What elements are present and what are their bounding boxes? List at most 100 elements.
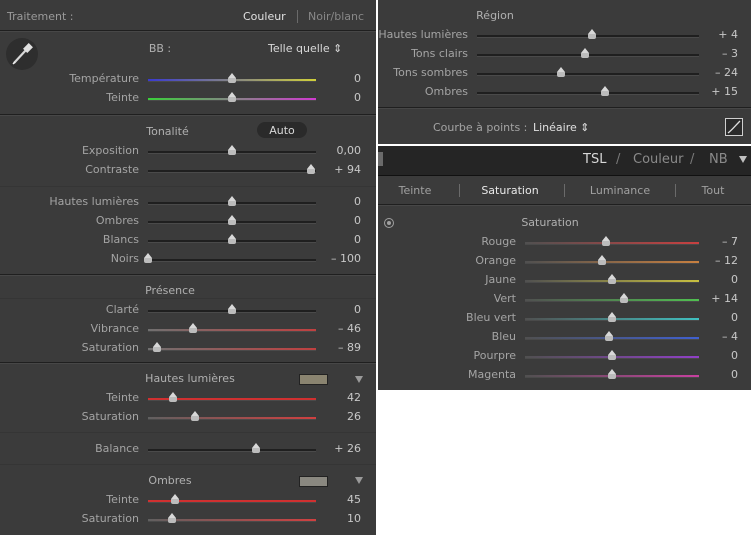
highlights-color-swatch[interactable] xyxy=(299,374,328,385)
region-slider-0-value[interactable]: + 4 xyxy=(678,28,738,41)
point-curve-select[interactable]: Linéaire ⇕ xyxy=(533,121,589,134)
region-slider-1-value[interactable]: – 3 xyxy=(678,47,738,60)
tone-slider-1-label: Contraste xyxy=(85,163,139,176)
hsl-subtab-0[interactable]: Teinte xyxy=(385,184,445,197)
eyedropper-icon[interactable] xyxy=(6,38,38,70)
hsl-slider-1-track[interactable] xyxy=(525,261,699,263)
hsl-tab-tsl[interactable]: TSL xyxy=(583,152,606,167)
hsl-saturation-title: Saturation xyxy=(521,216,579,229)
tone-divider xyxy=(0,274,376,275)
hl-split-slider-0-label: Teinte xyxy=(106,391,139,404)
tone2-slider-2-label: Blancs xyxy=(102,233,139,246)
curve-edit-icon[interactable] xyxy=(725,118,743,136)
hsl-slider-2-label: Jaune xyxy=(485,273,516,286)
hsl-subtab-1[interactable]: Saturation xyxy=(470,184,550,197)
region-divider xyxy=(378,107,751,108)
tone-label: Tonalité xyxy=(146,125,189,138)
region-slider-3-value[interactable]: + 15 xyxy=(678,85,738,98)
split-shadows-label: Ombres xyxy=(148,474,192,487)
presence-slider-1-value[interactable]: – 46 xyxy=(301,322,361,335)
sh-split-slider-0-label: Teinte xyxy=(106,493,139,506)
hl-split-slider-1-value[interactable]: 26 xyxy=(301,410,361,423)
hsl-slider-0-value[interactable]: – 7 xyxy=(678,235,738,248)
balance-value[interactable]: + 26 xyxy=(301,442,361,455)
presence-slider-2-track[interactable] xyxy=(148,348,316,350)
region-label: Région xyxy=(476,9,514,22)
tone-slider-0-value[interactable]: 0,00 xyxy=(301,144,362,157)
hsl-slider-0-label: Rouge xyxy=(481,235,516,248)
hl-split-slider-1-track[interactable] xyxy=(148,417,316,419)
tone-slider-0-label: Exposition xyxy=(81,144,139,157)
shadows-triangle-icon[interactable] xyxy=(355,477,363,484)
hsl-subtab-3[interactable]: Tout xyxy=(688,184,738,197)
presence-divider xyxy=(0,362,376,363)
region-slider-0-label: Hautes lumières xyxy=(378,28,468,41)
hsl-subtab-separator-1 xyxy=(564,184,565,197)
target-adjust-icon[interactable] xyxy=(384,218,394,228)
hsl-slider-1-label: Orange xyxy=(475,254,516,267)
split-highlights-label: Hautes lumières xyxy=(145,372,235,385)
tone2-slider-1-value[interactable]: 0 xyxy=(301,214,361,227)
hsl-slider-5-value[interactable]: – 4 xyxy=(678,330,738,343)
presence-slider-1-label: Vibrance xyxy=(90,322,139,335)
wb-slider-0-label: Température xyxy=(69,72,139,85)
region-slider-3-track[interactable] xyxy=(477,92,699,94)
hsl-subtab-2[interactable]: Luminance xyxy=(570,184,670,197)
wb-label: BB : xyxy=(148,42,172,55)
presence-slider-1-track[interactable] xyxy=(148,329,316,331)
region-slider-2-track[interactable] xyxy=(477,73,699,75)
tone2-slider-1-label: Ombres xyxy=(95,214,139,227)
region-slider-2-value[interactable]: – 24 xyxy=(678,66,738,79)
hsl-subtab-separator-2 xyxy=(675,184,676,197)
hsl-slider-4-value[interactable]: 0 xyxy=(678,311,738,324)
hsl-subtab-separator-0 xyxy=(459,184,460,197)
wb-divider xyxy=(0,114,376,115)
hsl-slider-7-value[interactable]: 0 xyxy=(678,368,738,381)
tone-slider-1-track[interactable] xyxy=(148,170,316,172)
color-treatment-button[interactable]: Couleur xyxy=(243,10,286,23)
region-slider-1-label: Tons clairs xyxy=(411,47,468,60)
sh-split-slider-1-value[interactable]: 10 xyxy=(301,512,361,525)
tone2-slider-3-label: Noirs xyxy=(110,252,139,265)
hsl-tab-couleur[interactable]: Couleur xyxy=(633,152,683,167)
hsl-tab-nb[interactable]: NB xyxy=(709,152,728,167)
bw-treatment-button[interactable]: Noir/blanc xyxy=(308,10,364,23)
hsl-slider-3-value[interactable]: + 14 xyxy=(678,292,738,305)
presence-sub-divider xyxy=(0,298,376,299)
tone-slider-1-value[interactable]: + 94 xyxy=(301,163,361,176)
hsl-header-bar[interactable] xyxy=(378,146,751,176)
wb-slider-1-label: Teinte xyxy=(106,91,139,104)
presence-slider-0-value[interactable]: 0 xyxy=(301,303,361,316)
hsl-slider-0-track[interactable] xyxy=(525,242,699,244)
tone2-slider-0-value[interactable]: 0 xyxy=(301,195,361,208)
tone2-slider-3-value[interactable]: – 100 xyxy=(301,252,361,265)
tone2-slider-0-label: Hautes lumières xyxy=(49,195,139,208)
hsl-slider-1-value[interactable]: – 12 xyxy=(678,254,738,267)
split-divider-1 xyxy=(0,432,376,433)
tone2-slider-2-value[interactable]: 0 xyxy=(301,233,361,246)
hsl-slider-3-track[interactable] xyxy=(525,299,699,301)
hsl-slider-6-value[interactable]: 0 xyxy=(678,349,738,362)
hsl-collapse-triangle-icon[interactable] xyxy=(739,156,747,163)
panel-switch-handle[interactable] xyxy=(378,152,383,166)
region-slider-2-label: Tons sombres xyxy=(393,66,468,79)
sh-split-slider-0-value[interactable]: 45 xyxy=(301,493,361,506)
hsl-tabs-divider xyxy=(378,204,751,205)
presence-slider-0-label: Clarté xyxy=(105,303,139,316)
auto-tone-button[interactable]: Auto xyxy=(257,122,307,138)
hsl-slider-6-label: Pourpre xyxy=(473,349,517,362)
hsl-separator-2: / xyxy=(690,152,695,167)
presence-slider-2-label: Saturation xyxy=(81,341,139,354)
auto-tone-label: Auto xyxy=(269,124,295,137)
tone2-slider-3-track[interactable] xyxy=(148,259,316,261)
hl-split-slider-0-value[interactable]: 42 xyxy=(301,391,361,404)
point-curve-label: Courbe à points : xyxy=(433,121,528,134)
hsl-slider-3-label: Vert xyxy=(493,292,516,305)
hsl-slider-2-value[interactable]: 0 xyxy=(678,273,738,286)
balance-track[interactable] xyxy=(148,449,316,451)
tone-sub-divider xyxy=(0,186,376,187)
hsl-slider-4-label: Bleu vert xyxy=(466,311,516,324)
shadows-color-swatch[interactable] xyxy=(299,476,328,487)
hsl-separator-1: / xyxy=(616,152,621,167)
presence-slider-2-value[interactable]: – 89 xyxy=(301,341,361,354)
